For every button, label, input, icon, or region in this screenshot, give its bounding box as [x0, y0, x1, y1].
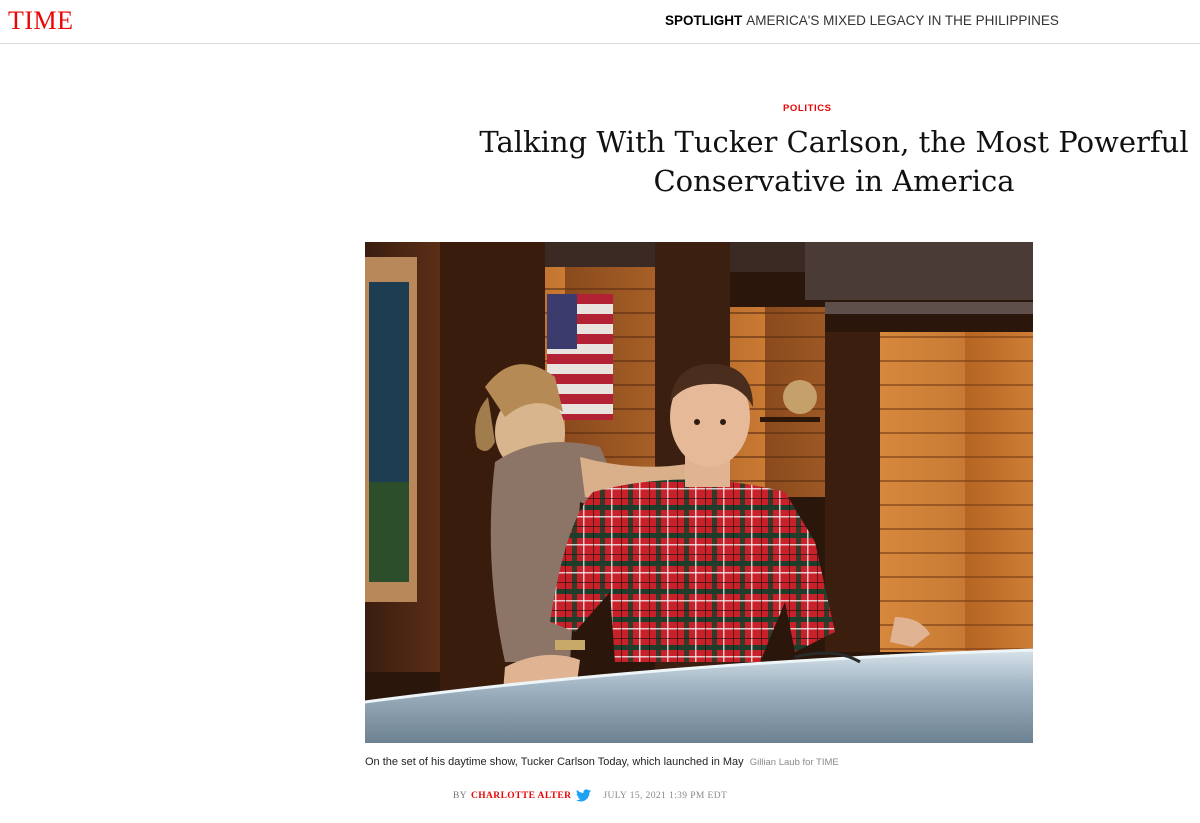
top-navigation-bar: TIME Spotlight America's Mixed Legacy in …	[0, 0, 1200, 44]
spotlight-link[interactable]: Spotlight America's Mixed Legacy in the P…	[665, 13, 1059, 29]
publish-date: July 15, 2021 1:39 PM EDT	[603, 790, 728, 801]
byline-by-label: By	[453, 790, 467, 801]
time-logo[interactable]: TIME	[8, 7, 74, 35]
photo-credit: Gillian Laub for TIME	[749, 757, 839, 768]
photo-caption: On the set of his daytime show, Tucker C…	[365, 756, 744, 768]
spotlight-kicker: Spotlight	[665, 13, 743, 28]
section-tag-politics[interactable]: Politics	[783, 103, 883, 114]
spotlight-headline: America's Mixed Legacy in the Philippine…	[746, 13, 1059, 28]
photo-caption-row: On the set of his daytime show, Tucker C…	[365, 752, 1065, 770]
byline: By Charlotte Alter July 15, 2021 1:39 PM…	[453, 789, 727, 802]
article-title: Talking With Tucker Carlson, the Most Po…	[479, 125, 1189, 198]
author-link[interactable]: Charlotte Alter	[471, 791, 571, 801]
lead-photo	[365, 242, 1033, 743]
twitter-icon[interactable]	[576, 789, 592, 802]
